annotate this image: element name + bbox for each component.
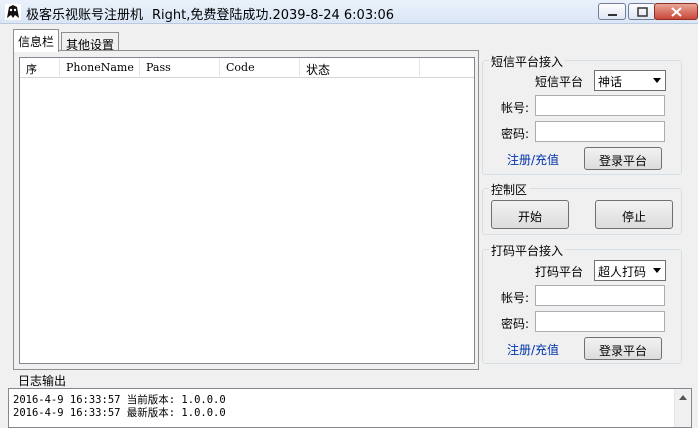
sms-account-label: 帐号: [501,101,530,115]
sms-platform-selected: 神话 [598,75,623,89]
login-status-text: Right,免费登陆成功.2039-8-24 6:03:06 [152,8,395,23]
title-bar[interactable]: 极客乐视账号注册机 Right,免费登陆成功.2039-8-24 6:03:06 [0,0,698,24]
log-line: 2016-4-9 16:33:57 最新版本: 1.0.0.0 [13,407,226,419]
maximize-button[interactable] [628,3,656,20]
scroll-up-icon[interactable] [679,395,687,400]
info-tab-panel: 序 PhoneName Pass Code 状态 [13,50,479,370]
column-status[interactable]: 状态 [300,58,420,78]
tab-other-settings[interactable]: 其他设置 [61,32,120,52]
minimize-button[interactable] [598,3,626,20]
close-button[interactable] [654,3,698,20]
sms-platform-group: 短信平台接入 短信平台 神话 帐号: 密码: 注册/充值 登录平台 [482,53,682,175]
captcha-account-label: 帐号: [501,291,530,305]
sms-account-input[interactable] [535,95,665,116]
maximize-icon [637,7,648,17]
sms-login-button[interactable]: 登录平台 [584,147,662,170]
chevron-down-icon [653,78,661,83]
sms-platform-label: 短信平台 [535,75,584,89]
log-output[interactable]: 2016-4-9 16:33:57 当前版本: 1.0.0.0 2016-4-9… [8,388,692,428]
app-logo-icon [5,4,21,20]
captcha-platform-label: 打码平台 [535,265,584,279]
column-phone-name[interactable]: PhoneName [60,58,140,78]
captcha-login-button[interactable]: 登录平台 [584,337,662,360]
captcha-platform-title: 打码平台接入 [489,242,566,259]
list-header: 序 PhoneName Pass Code 状态 [20,58,474,78]
log-scrollbar[interactable] [674,389,691,427]
control-group: 控制区 开始 停止 [482,181,682,235]
captcha-platform-group: 打码平台接入 打码平台 超人打码 帐号: 密码: 注册/充值 登录平台 [482,242,682,364]
sms-password-label: 密码: [501,127,530,141]
captcha-password-input[interactable] [535,311,665,332]
sms-platform-select[interactable]: 神话 [594,70,666,91]
close-icon [671,7,682,17]
column-code[interactable]: Code [220,58,300,78]
captcha-platform-selected: 超人打码 [598,265,647,279]
column-index[interactable]: 序 [20,58,60,78]
captcha-password-label: 密码: [501,317,530,331]
captcha-register-link[interactable]: 注册/充值 [507,341,559,358]
account-list[interactable]: 序 PhoneName Pass Code 状态 [19,57,475,364]
minimize-icon [608,14,617,16]
chevron-down-icon [653,268,661,273]
stop-button[interactable]: 停止 [595,200,673,229]
control-title: 控制区 [489,181,530,198]
sms-platform-title: 短信平台接入 [489,53,566,70]
window-title: 极客乐视账号注册机 [26,8,144,23]
column-pass[interactable]: Pass [140,58,220,78]
log-title: 日志输出 [18,374,67,388]
captcha-platform-select[interactable]: 超人打码 [594,260,666,281]
sms-register-link[interactable]: 注册/充值 [507,151,559,168]
tab-info[interactable]: 信息栏 [13,29,60,52]
captcha-account-input[interactable] [535,285,665,306]
start-button[interactable]: 开始 [491,200,569,229]
sms-password-input[interactable] [535,121,665,142]
